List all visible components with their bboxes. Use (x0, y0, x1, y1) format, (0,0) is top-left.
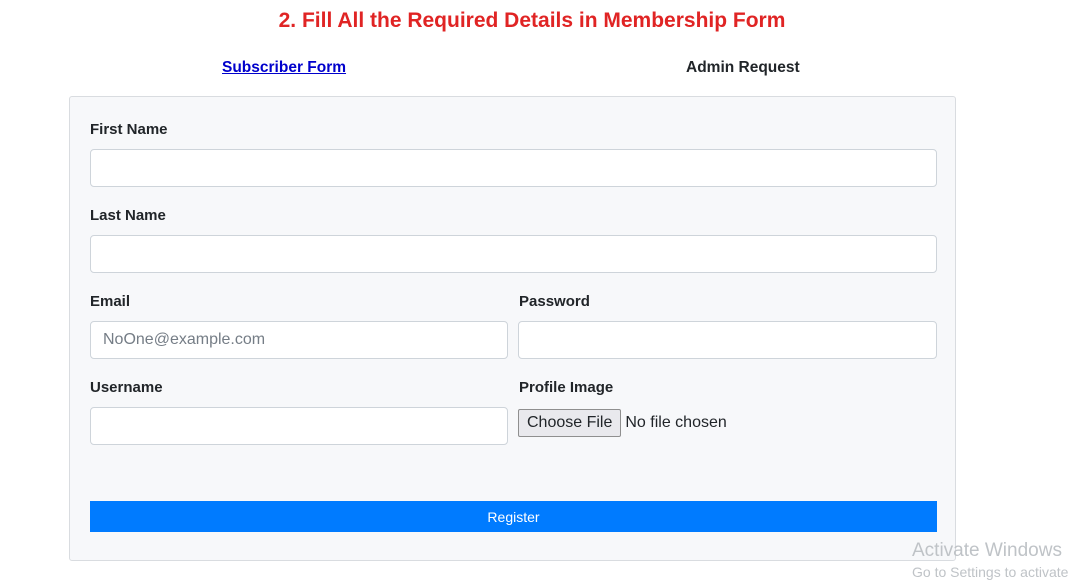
email-input[interactable] (90, 321, 508, 359)
membership-form: First Name Last Name Email Password User… (69, 96, 956, 561)
profile-image-file-input[interactable]: Choose File No file chosen (518, 408, 727, 438)
choose-file-button[interactable]: Choose File (518, 409, 622, 437)
username-label: Username (90, 379, 163, 396)
profile-image-label: Profile Image (519, 379, 614, 396)
register-button[interactable]: Register (90, 501, 937, 532)
tab-admin-request[interactable]: Admin Request (686, 59, 800, 77)
last-name-label: Last Name (90, 207, 166, 224)
page-title: 2. Fill All the Required Details in Memb… (278, 9, 786, 32)
password-input[interactable] (518, 321, 937, 359)
tab-subscriber-form[interactable]: Subscriber Form (222, 59, 346, 77)
username-input[interactable] (90, 407, 508, 445)
last-name-input[interactable] (90, 235, 937, 273)
first-name-label: First Name (90, 121, 168, 138)
activation-watermark: Activate Windows Go to Settings to activ… (912, 540, 1068, 582)
password-label: Password (519, 293, 590, 310)
first-name-input[interactable] (90, 149, 937, 187)
file-status-text: No file chosen (625, 414, 727, 431)
watermark-title: Activate Windows (912, 540, 1062, 561)
email-label: Email (90, 293, 131, 310)
watermark-subtitle: Go to Settings to activate (912, 564, 1069, 580)
form-tabs: Subscriber Form Admin Request (0, 59, 1075, 81)
